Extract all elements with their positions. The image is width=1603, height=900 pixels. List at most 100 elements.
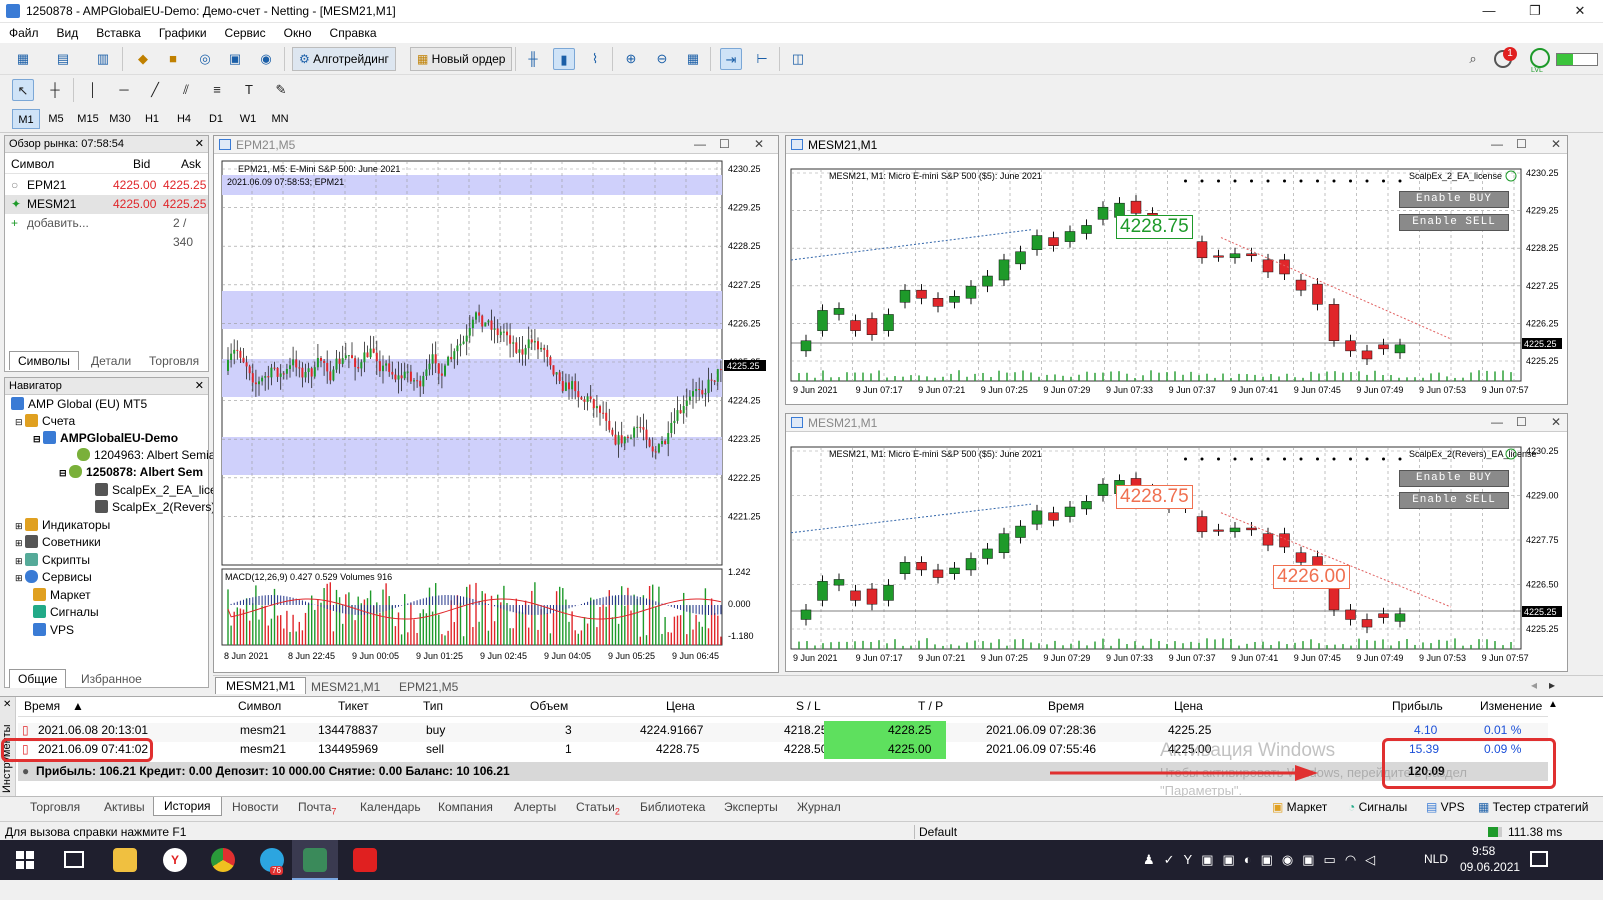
enable-sell-button[interactable]: Enable SELL [1399,492,1509,509]
bar-chart-icon[interactable]: ╫ [522,48,544,70]
line-chart-icon[interactable]: ⌇ [584,48,606,70]
yandex-icon[interactable]: Y [163,848,187,872]
scroll-up-icon[interactable]: ▲ [1548,699,1558,710]
maximize-icon[interactable]: ☐ [1516,137,1527,151]
mw-add-row[interactable]: + добавить... 2 / 340 [5,214,208,249]
signals-icon[interactable]: ◎ [194,48,216,70]
maximize-icon[interactable]: ☐ [1516,415,1527,429]
windows-start-icon[interactable] [16,851,34,869]
app-red-icon[interactable] [353,848,377,872]
nav-account-1[interactable]: 1204963: Albert Semia [77,448,215,462]
nav-scripts[interactable]: ⊞ Скрипты [15,553,90,567]
nav-indicators[interactable]: ⊞ Индикаторы [15,518,110,532]
minimize-icon[interactable]: — [694,137,706,151]
tf-m15[interactable]: M15 [74,109,102,129]
tray-icons[interactable]: ♟✓Y▣▣◐▣◉▣▭◠◁ [1143,852,1384,868]
nav-server[interactable]: ⊟ AMPGlobalEU-Demo [33,431,178,445]
tab-calendar[interactable]: Календарь [360,800,421,814]
tab-assets[interactable]: Активы [104,800,145,814]
minimize-button[interactable]: — [1466,0,1512,23]
screenshot-icon[interactable]: ◫ [787,48,809,70]
scroll-left-icon[interactable]: ◂ [1531,678,1537,692]
enable-sell-button[interactable]: Enable SELL [1399,214,1509,231]
shapes-icon[interactable]: ✎ [270,79,292,101]
tf-m5[interactable]: M5 [42,109,70,129]
fibonacci-icon[interactable]: ≡ [206,79,228,101]
tab-symbols[interactable]: Символы [9,351,79,370]
nav-ea-2[interactable]: ScalpEx_2(Revers)_ [95,500,222,514]
chart-tab-mesm21-1[interactable]: MESM21,M1 [215,677,307,694]
chart-shift-icon[interactable]: ⊢ [751,48,773,70]
enable-buy-button[interactable]: Enable BUY [1399,470,1509,487]
tab-company[interactable]: Компания [438,800,493,814]
chart-canvas-epm21[interactable]: 4230.25 4229.25 4228.25 4227.25 4226.25 4225.… [214,155,778,672]
close-icon[interactable]: ✕ [754,137,764,151]
strategy-tester-link[interactable]: ▦ Тестер стратегий [1478,800,1588,814]
nav-services[interactable]: ⊞ Сервисы [15,570,92,584]
close-icon[interactable]: ✕ [195,137,204,150]
enable-buy-button[interactable]: Enable BUY [1399,191,1509,208]
maximize-button[interactable]: ❐ [1512,0,1558,23]
tab-news[interactable]: Новости [232,800,278,814]
minimize-icon[interactable]: — [1491,137,1503,151]
tab-details[interactable]: Детали [83,352,139,370]
vertical-line-icon[interactable]: │ [82,79,104,101]
menu-window[interactable]: Окно [275,23,321,43]
clock-date[interactable]: 09.06.2021 [1460,860,1520,874]
chart-tab-epm21[interactable]: EPM21,M5 [391,678,466,696]
minimize-icon[interactable]: — [1491,415,1503,429]
nav-signals[interactable]: Сигналы [33,605,99,619]
menu-view[interactable]: Вид [48,23,88,43]
close-icon[interactable]: ✕ [195,379,204,392]
menu-tools[interactable]: Сервис [216,23,275,43]
channel-icon[interactable]: ⫽ [175,79,197,101]
menu-help[interactable]: Справка [321,23,386,43]
close-button[interactable]: ✕ [1557,0,1603,23]
menu-insert[interactable]: Вставка [87,23,150,43]
market-watch-icon[interactable]: ◆ [132,48,154,70]
cursor-icon[interactable]: ↖ [12,79,34,101]
signals-link[interactable]: ◔ Сигналы [1348,800,1407,814]
signal-level-icon[interactable] [1530,48,1550,68]
tf-h1[interactable]: H1 [138,109,166,129]
clock-time[interactable]: 9:58 [1472,844,1495,858]
tab-journal[interactable]: Журнал [797,800,841,814]
menu-file[interactable]: Файл [0,23,48,43]
tf-w1[interactable]: W1 [234,109,262,129]
search-icon[interactable]: ⌕ [1462,48,1484,70]
tab-mail[interactable]: Почта7 [298,800,336,816]
close-icon[interactable]: ✕ [1551,415,1561,429]
zoom-in-icon[interactable]: ⊕ [620,48,642,70]
market-link[interactable]: ▣ Маркет [1272,800,1327,814]
close-icon[interactable]: ✕ [3,699,11,710]
tf-mn[interactable]: MN [266,109,294,129]
algo-trading-button[interactable]: ⚙ Алготрейдинг [292,47,396,71]
tf-h4[interactable]: H4 [170,109,198,129]
new-chart-icon[interactable]: ▦ [12,48,34,70]
tab-favorites[interactable]: Избранное [73,670,150,688]
nav-account-2[interactable]: ⊟ 1250878: Albert Sem [59,465,203,479]
text-icon[interactable]: T [238,79,260,101]
nav-experts[interactable]: ⊞ Советники [15,535,101,549]
tab-history[interactable]: История [153,797,222,816]
zoom-out-icon[interactable]: ⊖ [651,48,673,70]
trendline-icon[interactable]: ╱ [144,79,166,101]
scroll-right-icon[interactable]: ▸ [1549,678,1555,692]
tf-m30[interactable]: M30 [106,109,134,129]
tab-common[interactable]: Общие [9,669,67,688]
chrome-icon[interactable] [211,848,235,872]
notification-center-icon[interactable] [1530,851,1548,867]
mw-row-epm21[interactable]: ○ EPM21 4225.00 4225.25 [5,176,208,195]
tab-library[interactable]: Библиотека [640,800,705,814]
chart-tab-mesm21-2[interactable]: MESM21,M1 [303,678,388,696]
language-indicator[interactable]: NLD [1424,852,1448,866]
nav-accounts[interactable]: ⊟ Счета [15,414,75,428]
tf-m1[interactable]: M1 [12,109,40,129]
tester-icon[interactable]: ◉ [255,48,277,70]
navigator-icon[interactable]: ■ [162,48,184,70]
terminal-icon[interactable]: ▣ [224,48,246,70]
tab-trade[interactable]: Торговля [30,800,80,814]
new-order-button[interactable]: ▦ Новый ордер [410,47,513,71]
tf-d1[interactable]: D1 [202,109,230,129]
metatrader-task[interactable] [292,840,338,880]
